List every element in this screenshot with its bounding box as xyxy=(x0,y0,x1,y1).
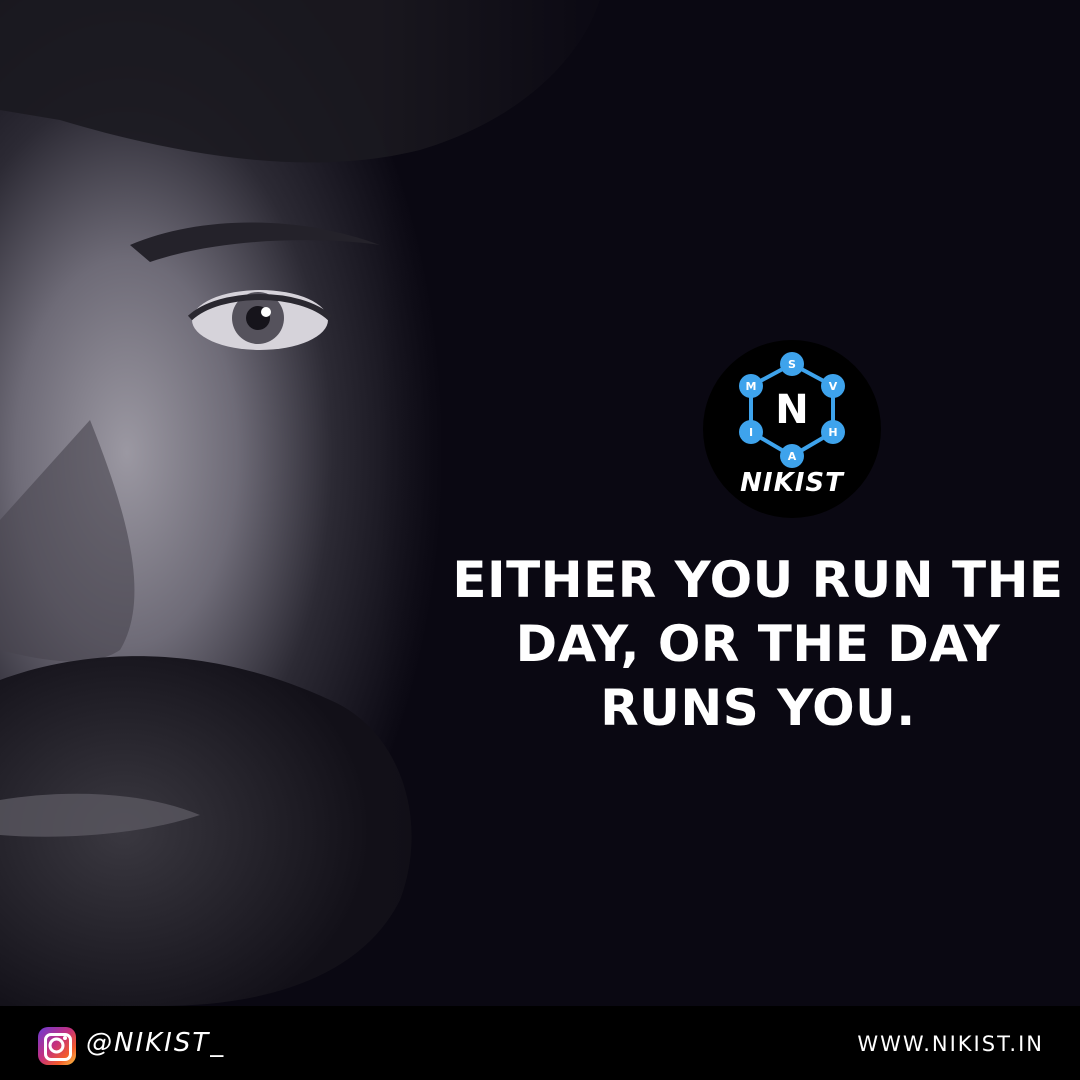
footer-bar: @NIKIST_ WWW.NIKIST.IN xyxy=(0,1006,1080,1080)
quote-line-1: EITHER YOU RUN THE xyxy=(452,551,1064,609)
quote-text: EITHER YOU RUN THE DAY, OR THE DAY RUNS … xyxy=(440,548,1076,740)
quote-line-2: DAY, OR THE DAY xyxy=(515,615,1001,673)
instagram-icon[interactable] xyxy=(38,1027,76,1065)
instagram-handle[interactable]: @NIKIST_ xyxy=(86,1028,225,1058)
website-link[interactable]: WWW.NIKIST.IN xyxy=(857,1032,1044,1056)
nikist-logo: S V H A I M N NIKIST xyxy=(703,340,881,518)
quote-line-3: RUNS YOU. xyxy=(600,679,916,737)
post-canvas: S V H A I M N NIKIST EITHER YOU RUN THE … xyxy=(0,0,1080,1080)
logo-letter: N xyxy=(775,387,809,433)
logo-node-a: A xyxy=(788,450,797,463)
portrait-image xyxy=(0,0,1080,1006)
logo-wordmark: NIKIST xyxy=(740,468,844,498)
logo-node-s: S xyxy=(788,358,796,371)
